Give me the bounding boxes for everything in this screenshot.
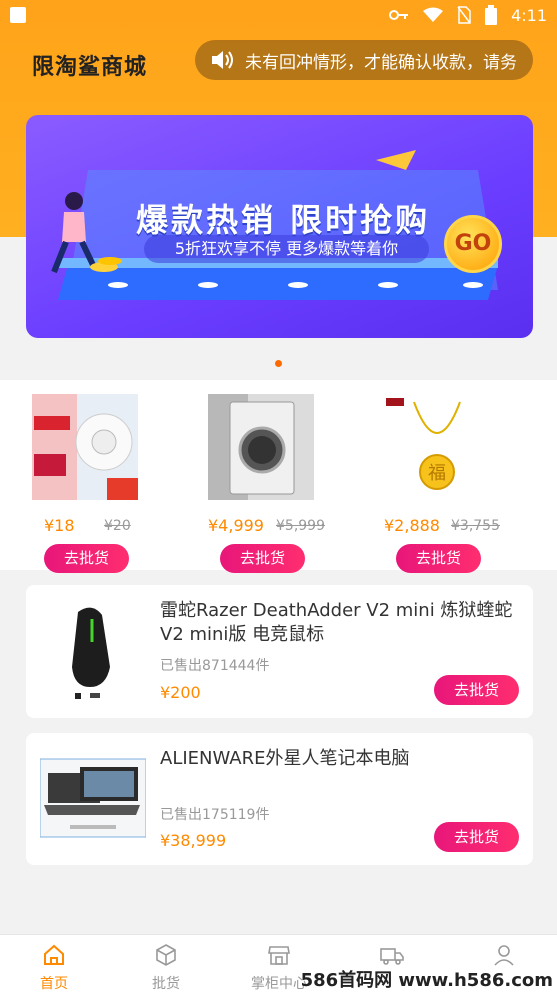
status-bar: 4:11 <box>0 0 557 30</box>
featured-products: ¥18 ¥20 去批货 ¥4,999 ¥5,999 去批货 福 ¥2,888 ¥… <box>0 380 557 573</box>
gold-necklace-image: 福 <box>384 394 490 500</box>
wifi-icon <box>423 7 444 22</box>
runner-illustration <box>51 192 122 274</box>
battery-icon <box>485 5 498 25</box>
tab-label: 首页 <box>40 976 68 992</box>
list-item[interactable]: 雷蛇Razer DeathAdder V2 mini 炼狱蝰蛇V2 mini版 … <box>26 585 533 718</box>
speaker-icon <box>212 51 233 69</box>
wholesale-button[interactable]: 去批货 <box>434 675 519 705</box>
wholesale-button[interactable]: 去批货 <box>44 544 129 573</box>
mouse-image <box>40 597 146 707</box>
notice-bar[interactable]: 未有回冲情形，才能确认收款，请务 <box>195 40 533 80</box>
app-logo[interactable]: 限淘鲨商城 <box>32 49 147 81</box>
promo-banner[interactable]: 爆款热销 限时抢购 5折狂欢享不停 更多爆款等着你 GO <box>26 115 533 338</box>
tab-home[interactable]: 首页 <box>14 943 94 993</box>
product-card[interactable]: ¥18 ¥20 去批货 <box>32 394 208 573</box>
product-price: ¥2,888 <box>384 516 440 535</box>
truck-icon <box>380 948 404 965</box>
product-original-price: ¥20 <box>104 518 131 534</box>
item-sold-count: 已售出175119件 <box>160 807 270 823</box>
app-header: 限淘鲨商城 未有回冲情形，才能确认收款，请务 <box>0 40 557 82</box>
tab-label: 批货 <box>152 976 180 992</box>
item-price: ¥38,999 <box>160 831 227 850</box>
wholesale-button[interactable]: 去批货 <box>396 544 481 573</box>
item-title: ALIENWARE外星人笔记本电脑 <box>160 748 410 769</box>
go-button[interactable]: GO <box>444 215 502 273</box>
wholesale-button[interactable]: 去批货 <box>434 822 519 852</box>
store-icon <box>268 946 290 965</box>
item-title: 雷蛇Razer DeathAdder V2 mini 炼狱蝰蛇V2 mini版 … <box>160 600 513 645</box>
list-item[interactable]: ALIENWARE外星人笔记本电脑 已售出175119件 ¥38,999 去批货 <box>26 733 533 865</box>
banner-subtitle: 5折狂欢享不停 更多爆款等着你 <box>144 235 429 263</box>
product-card[interactable]: ¥4,999 ¥5,999 去批货 <box>208 394 384 573</box>
no-sim-icon <box>457 6 471 24</box>
item-price: ¥200 <box>160 683 201 702</box>
washing-machine-image <box>208 394 314 500</box>
tab-wholesale[interactable]: 批货 <box>126 943 206 993</box>
bottom-tab-bar: 首页 批货 掌柜中心 586首码网 www.h586.com <box>0 934 557 998</box>
product-card[interactable]: 福 ¥2,888 ¥3,755 去批货 <box>384 394 557 573</box>
wholesale-button[interactable]: 去批货 <box>220 544 305 573</box>
key-icon <box>389 10 409 20</box>
smoke-detector-image <box>32 394 138 500</box>
decor-shape <box>376 150 416 170</box>
product-original-price: ¥5,999 <box>276 518 325 534</box>
laptop-image <box>40 745 146 855</box>
user-icon <box>494 945 514 966</box>
carousel-dot-active[interactable] <box>275 360 282 367</box>
notice-text: 未有回冲情形，才能确认收款，请务 <box>245 52 517 73</box>
item-sold-count: 已售出871444件 <box>160 658 270 674</box>
product-original-price: ¥3,755 <box>451 518 500 534</box>
box-icon <box>156 944 176 966</box>
notification-icon <box>10 7 26 23</box>
site-watermark: 586首码网 www.h586.com <box>300 970 553 991</box>
svg-text:福: 福 <box>428 463 446 484</box>
home-icon <box>44 944 64 965</box>
status-time: 4:11 <box>511 5 547 25</box>
product-price: ¥4,999 <box>208 516 264 535</box>
product-price: ¥18 <box>44 516 75 535</box>
carousel-indicator <box>0 360 557 372</box>
